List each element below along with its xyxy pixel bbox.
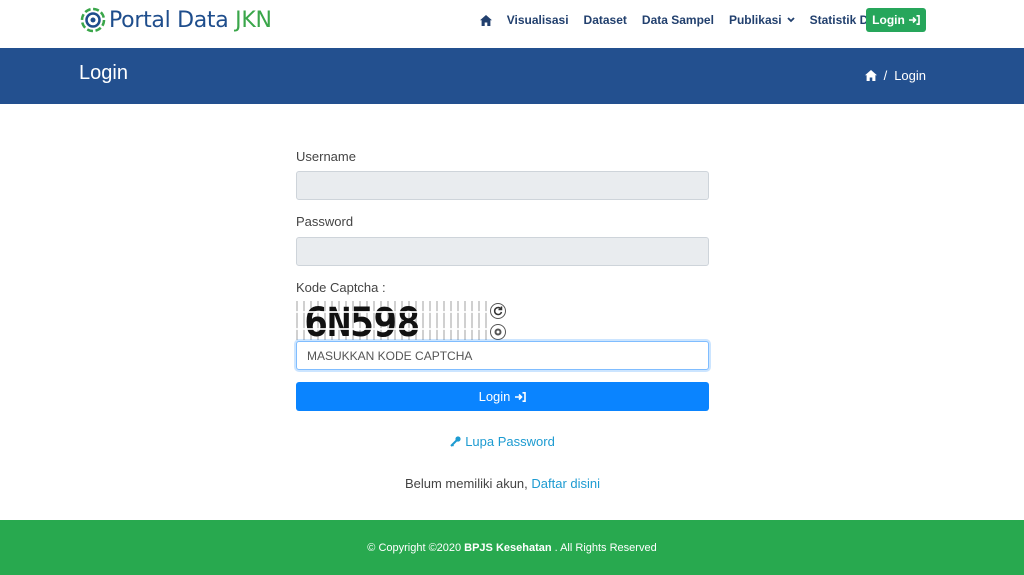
login-submit-button[interactable]: Login bbox=[296, 382, 709, 411]
home-icon[interactable] bbox=[864, 70, 877, 81]
register-prompt: Belum memiliki akun, Daftar disini bbox=[296, 476, 709, 491]
footer-rights: . All Rights Reserved bbox=[554, 541, 657, 554]
captcha-image: 6N598 bbox=[296, 301, 488, 340]
audio-icon bbox=[494, 328, 502, 336]
home-icon bbox=[479, 14, 492, 26]
brand[interactable]: Portal Data JKN bbox=[80, 6, 272, 34]
captcha-strike-line bbox=[296, 328, 488, 330]
nav-home[interactable] bbox=[479, 14, 492, 26]
page-header: Login / Login bbox=[0, 48, 1024, 104]
captcha-audio-button[interactable] bbox=[490, 324, 506, 340]
nav-dataset[interactable]: Dataset bbox=[584, 13, 627, 27]
top-navbar: Portal Data JKN Visualisasi Dataset Data… bbox=[0, 0, 1024, 48]
sign-in-icon bbox=[515, 391, 527, 402]
captcha-label: Kode Captcha : bbox=[296, 280, 386, 295]
key-icon bbox=[450, 436, 461, 447]
brand-name: Portal Data JKN bbox=[109, 7, 272, 33]
captcha-input[interactable] bbox=[296, 341, 709, 370]
captcha-strike-line bbox=[296, 311, 488, 313]
breadcrumb: / Login bbox=[864, 68, 926, 83]
chevron-down-icon bbox=[786, 17, 795, 23]
breadcrumb-current: Login bbox=[894, 68, 926, 83]
nav-data-sampel[interactable]: Data Sampel bbox=[642, 13, 714, 27]
nav-visualisasi[interactable]: Visualisasi bbox=[507, 13, 569, 27]
username-label: Username bbox=[296, 149, 356, 164]
username-field[interactable] bbox=[296, 171, 709, 200]
refresh-icon bbox=[493, 306, 503, 316]
footer-org: BPJS Kesehatan bbox=[464, 541, 552, 554]
main-nav: Visualisasi Dataset Data Sampel Publikas… bbox=[479, 8, 926, 32]
nav-publikasi[interactable]: Publikasi bbox=[729, 13, 795, 27]
captcha-text: 6N598 bbox=[304, 301, 420, 340]
password-field[interactable] bbox=[296, 237, 709, 266]
register-text: Belum memiliki akun, bbox=[404, 476, 528, 491]
breadcrumb-separator: / bbox=[883, 68, 888, 83]
forgot-password-link[interactable]: Lupa Password bbox=[296, 434, 709, 449]
footer-copyright: © Copyright ©2020 bbox=[367, 541, 462, 554]
register-link[interactable]: Daftar disini bbox=[531, 476, 600, 491]
captcha-refresh-button[interactable] bbox=[490, 303, 506, 319]
portal-logo-icon bbox=[80, 7, 106, 33]
footer: © Copyright ©2020 BPJS Kesehatan . All R… bbox=[0, 520, 1024, 575]
sign-in-icon bbox=[908, 15, 920, 25]
nav-login-button[interactable]: Login bbox=[866, 8, 926, 32]
password-label: Password bbox=[296, 214, 354, 229]
page-title: Login bbox=[79, 62, 128, 84]
